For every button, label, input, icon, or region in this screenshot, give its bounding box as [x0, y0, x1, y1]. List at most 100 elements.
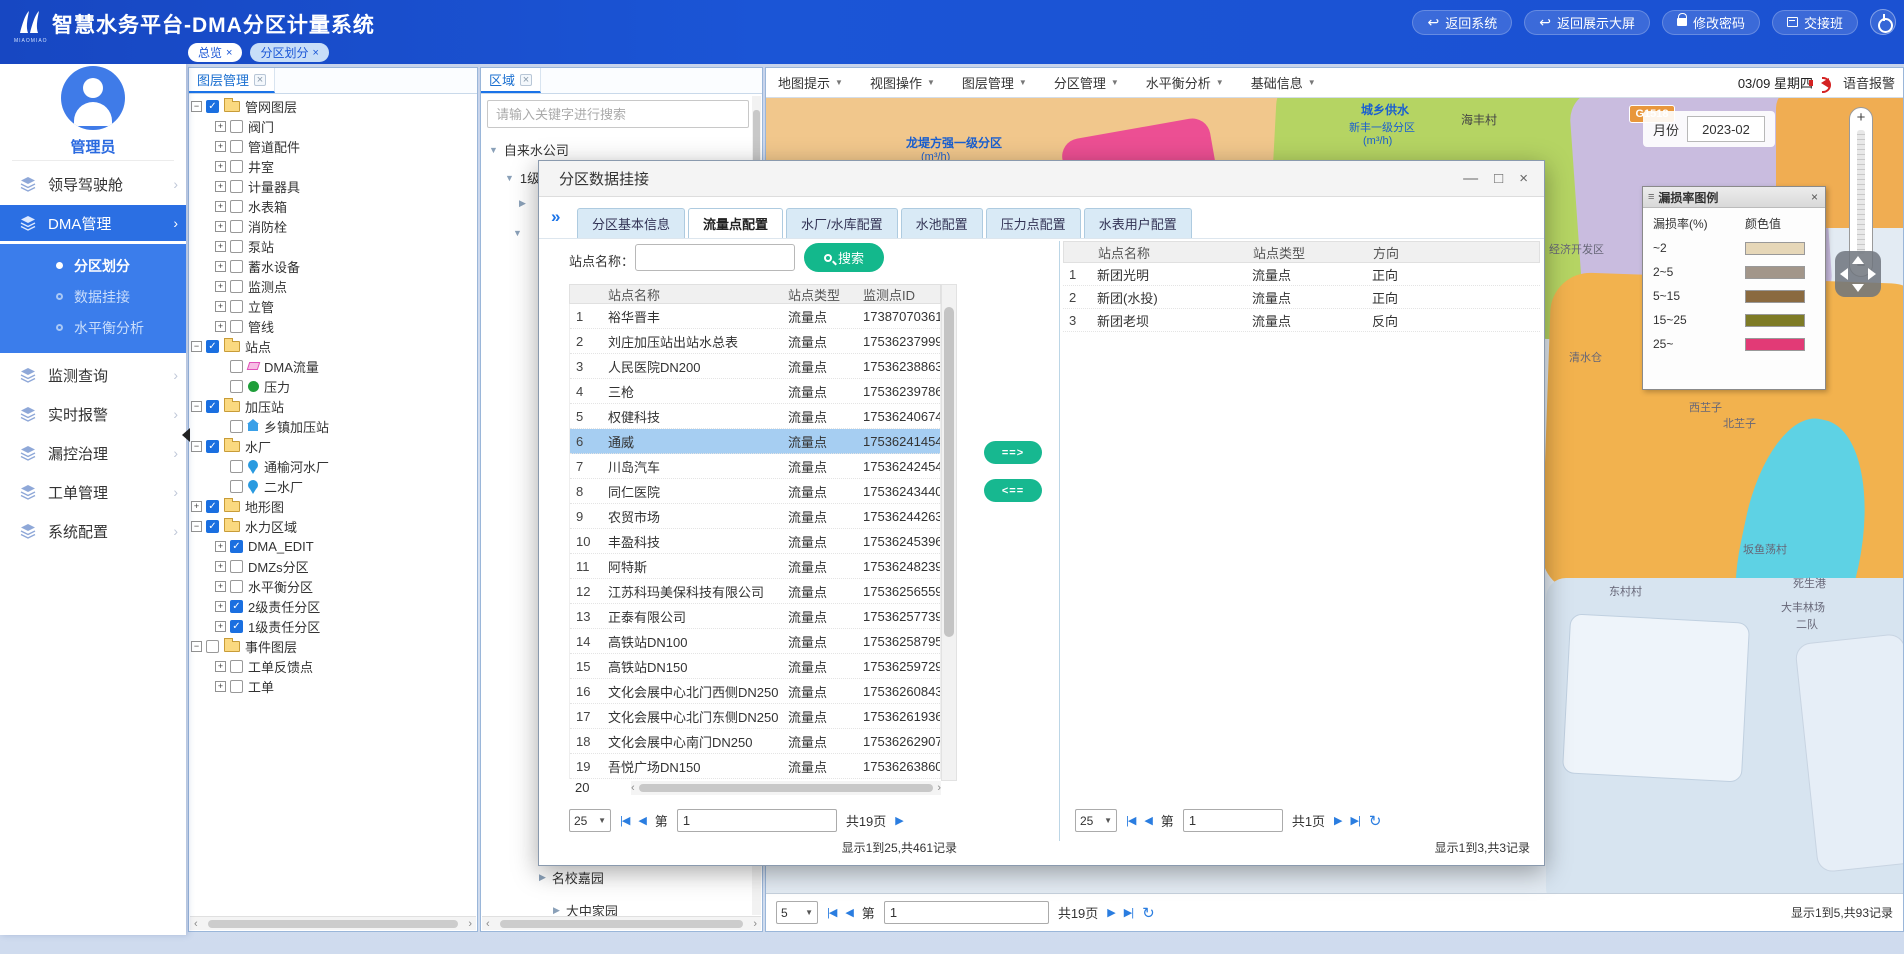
shift-handover-button[interactable]: 交接班 [1772, 10, 1858, 35]
page-number-input[interactable] [1183, 809, 1283, 832]
checkbox[interactable]: ✓ [206, 100, 219, 113]
checkbox[interactable] [230, 680, 243, 693]
layer-tree-node[interactable]: +✓DMA_EDIT [189, 536, 467, 556]
left-table-vscrollbar[interactable] [941, 284, 957, 781]
prev-page-button[interactable]: ◀ [638, 814, 645, 827]
checkbox[interactable] [230, 420, 243, 433]
next-page-button[interactable]: ▶ [895, 814, 902, 827]
scroll-left-icon[interactable]: ‹ [190, 918, 202, 930]
first-page-button[interactable]: |◀ [620, 814, 629, 827]
workspace-tab-分区划分[interactable]: 分区划分× [250, 43, 328, 62]
scroll-right-icon[interactable]: › [749, 918, 761, 930]
prev-page-button[interactable]: ◀ [845, 906, 852, 919]
tree-expand-icon[interactable]: ▶ [553, 905, 560, 916]
scrollbar-thumb[interactable] [208, 920, 459, 928]
table-row[interactable]: 19吾悦广场DN150流量点17536263860 [570, 754, 940, 779]
table-row[interactable]: 2新团(水投)流量点正向 [1063, 286, 1540, 309]
layer-tree-node[interactable]: −✓水力区域 [189, 516, 467, 536]
layer-tree-hscrollbar[interactable]: ‹ › [190, 916, 476, 930]
checkbox[interactable] [230, 460, 243, 473]
return-system-button[interactable]: ↩返回系统 [1412, 10, 1512, 35]
table-row[interactable]: 5权健科技流量点17536240674 [570, 404, 940, 429]
layer-tree-node[interactable]: +管道配件 [189, 136, 467, 156]
checkbox[interactable] [230, 180, 243, 193]
transfer-add-button[interactable]: ==> [984, 441, 1042, 464]
sidebar-subitem-数据挂接[interactable]: 数据挂接 [0, 281, 186, 312]
last-page-button[interactable]: ▶| [1351, 814, 1360, 827]
layer-tree-node[interactable]: +工单 [189, 676, 467, 696]
transfer-remove-button[interactable]: <== [984, 479, 1042, 502]
page-number-input[interactable] [677, 809, 837, 832]
table-row[interactable]: 7川岛汽车流量点17536242454 [570, 454, 940, 479]
layer-tree-node[interactable]: +消防栓 [189, 216, 467, 236]
tree-collapse-icon[interactable]: ▼ [513, 228, 522, 238]
station-search-input[interactable] [635, 244, 795, 271]
region-tree-node[interactable]: ▶ 名校嘉园 [539, 868, 604, 887]
sidebar-item-漏控治理[interactable]: 漏控治理› [0, 435, 186, 471]
tree-expand-icon[interactable]: ▶ [539, 872, 546, 883]
checkbox[interactable] [230, 300, 243, 313]
layer-tree-node[interactable]: +监测点 [189, 276, 467, 296]
table-row[interactable]: 1新团光明流量点正向 [1063, 263, 1540, 286]
scroll-left-icon[interactable]: ‹ [631, 782, 635, 794]
zoom-slider[interactable] [1857, 130, 1865, 254]
tree-collapse-icon[interactable]: ▼ [489, 145, 498, 155]
change-password-button[interactable]: 修改密码 [1662, 10, 1760, 35]
layer-tree-node[interactable]: +计量器具 [189, 176, 467, 196]
region-search-input[interactable] [487, 100, 749, 128]
expand-node-icon[interactable]: + [215, 281, 226, 292]
scrollbar-thumb[interactable] [500, 920, 744, 928]
expand-node-icon[interactable]: + [215, 301, 226, 312]
dialog-tab-压力点配置[interactable]: 压力点配置 [986, 208, 1081, 238]
checkbox[interactable] [230, 220, 243, 233]
checkbox[interactable] [230, 360, 243, 373]
checkbox[interactable]: ✓ [230, 600, 243, 613]
collapse-node-icon[interactable]: − [191, 341, 202, 352]
sidebar-item-实时报警[interactable]: 实时报警› [0, 396, 186, 432]
region-tree-node[interactable]: ▶ [519, 198, 526, 209]
expand-node-icon[interactable]: + [215, 181, 226, 192]
sidebar-item-监测查询[interactable]: 监测查询› [0, 357, 186, 393]
checkbox[interactable]: ✓ [206, 340, 219, 353]
expand-node-icon[interactable]: + [215, 321, 226, 332]
pan-up-icon[interactable] [1852, 256, 1864, 264]
region-tree-node[interactable]: ▼ 1级 [505, 168, 540, 187]
layer-tree-node[interactable]: −✓管网图层 [189, 96, 467, 116]
checkbox[interactable] [230, 660, 243, 673]
layer-tree-node[interactable]: +✓1级责任分区 [189, 616, 467, 636]
layer-tree-node[interactable]: +阀门 [189, 116, 467, 136]
map-toolbar-分区管理[interactable]: 分区管理▼ [1054, 73, 1119, 92]
checkbox[interactable] [230, 320, 243, 333]
table-row[interactable]: 16文化会展中心北门西侧DN250流量点17536260843 [570, 679, 940, 704]
expand-node-icon[interactable]: + [215, 241, 226, 252]
sidebar-subitem-水平衡分析[interactable]: 水平衡分析 [0, 312, 186, 343]
tab-layer-manager[interactable]: 图层管理 × [189, 68, 275, 93]
table-row[interactable]: 4三枪流量点17536239786 [570, 379, 940, 404]
page-size-select[interactable]: 5▼ [776, 901, 818, 924]
close-icon[interactable]: × [312, 47, 318, 59]
checkbox[interactable] [230, 240, 243, 253]
layer-tree-node[interactable]: +DMA流量 [189, 356, 467, 376]
expand-node-icon[interactable]: + [215, 541, 226, 552]
workspace-tab-总览[interactable]: 总览× [188, 43, 242, 62]
checkbox[interactable] [230, 560, 243, 573]
table-row[interactable]: 2刘庄加压站出站水总表流量点17536237999 [570, 329, 940, 354]
expand-node-icon[interactable]: + [215, 561, 226, 572]
close-icon[interactable]: × [1809, 190, 1820, 204]
tree-expand-icon[interactable]: ▶ [519, 198, 526, 209]
layer-tree-node[interactable]: −✓站点 [189, 336, 467, 356]
layer-tree-node[interactable]: +压力 [189, 376, 467, 396]
map-toolbar-图层管理[interactable]: 图层管理▼ [962, 73, 1027, 92]
sidebar-item-DMA管理[interactable]: DMA管理› [0, 205, 186, 241]
checkbox[interactable] [230, 580, 243, 593]
layer-tree-node[interactable]: +DMZs分区 [189, 556, 467, 576]
layer-tree-node[interactable]: −✓水厂 [189, 436, 467, 456]
layer-tree-node[interactable]: +通榆河水厂 [189, 456, 467, 476]
left-table-hscrollbar[interactable]: ‹ › [631, 781, 941, 795]
layer-tree-node[interactable]: −✓加压站 [189, 396, 467, 416]
layer-tree-node[interactable]: +水表箱 [189, 196, 467, 216]
expand-node-icon[interactable]: + [215, 681, 226, 692]
first-page-button[interactable]: |◀ [1126, 814, 1135, 827]
prev-page-button[interactable]: ◀ [1144, 814, 1151, 827]
layer-tree-node[interactable]: +工单反馈点 [189, 656, 467, 676]
